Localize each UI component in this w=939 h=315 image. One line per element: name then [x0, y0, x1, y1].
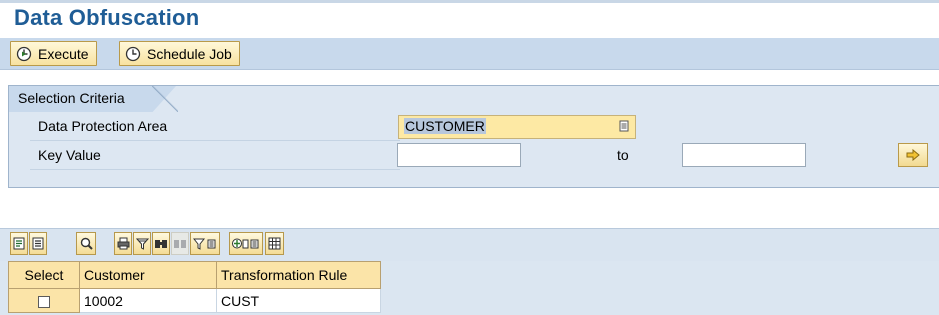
select-cell[interactable]: [8, 288, 80, 313]
print-button[interactable]: [114, 232, 132, 255]
application-toolbar: Execute Schedule Job: [0, 38, 939, 70]
value-help-icon[interactable]: [619, 120, 629, 132]
selection-tab-edge: [152, 86, 178, 112]
page-title: Data Obfuscation: [14, 5, 200, 30]
customer-cell[interactable]: 10002: [79, 288, 217, 313]
schedule-job-button[interactable]: Schedule Job: [119, 41, 240, 66]
arrow-right-icon: [906, 149, 920, 161]
column-header-transformation-rule[interactable]: Transformation Rule: [216, 261, 381, 289]
select-all-button[interactable]: [29, 232, 47, 255]
layout-button[interactable]: [265, 232, 284, 255]
dpa-input[interactable]: CUSTOMER: [398, 115, 636, 139]
find-button[interactable]: [152, 232, 170, 255]
results-grid: Select Customer Transformation Rule 1000…: [8, 261, 381, 313]
filter-icon: [135, 238, 149, 250]
find-next-button[interactable]: [171, 232, 189, 255]
row-divider: [30, 140, 400, 141]
to-label: to: [617, 147, 629, 163]
print-icon: [117, 237, 129, 250]
top-border: [0, 0, 939, 3]
key-value-from-input[interactable]: [397, 143, 521, 167]
find-icon: [155, 240, 167, 248]
schedule-job-label: Schedule Job: [147, 45, 232, 62]
key-value-label: Key Value: [38, 147, 101, 163]
table-row: 10002 CUST: [8, 288, 381, 313]
filter-menu-icon: [193, 238, 216, 250]
layout-icon: [268, 237, 281, 250]
details-button[interactable]: [10, 232, 28, 255]
clock-icon: [125, 46, 141, 61]
filter-menu-button[interactable]: [190, 232, 220, 255]
search-button[interactable]: [76, 232, 96, 255]
rule-cell[interactable]: CUST: [216, 288, 381, 313]
selection-criteria-tab: Selection Criteria: [18, 90, 125, 106]
multiple-selection-button[interactable]: [898, 143, 928, 167]
find-next-icon: [174, 240, 186, 248]
execute-label: Execute: [38, 45, 89, 62]
execute-icon: [16, 46, 32, 61]
export-menu-icon: [232, 238, 259, 249]
details-icon: [13, 237, 25, 250]
key-value-to-input[interactable]: [682, 143, 806, 167]
dpa-value: CUSTOMER: [404, 118, 486, 134]
row-select-checkbox[interactable]: [38, 295, 50, 308]
column-header-customer[interactable]: Customer: [79, 261, 217, 289]
select-all-icon: [32, 237, 44, 250]
row-divider: [30, 169, 400, 170]
search-icon: [80, 237, 93, 250]
export-menu-button[interactable]: [229, 232, 263, 255]
column-header-select[interactable]: Select: [8, 261, 80, 289]
filter-button[interactable]: [133, 232, 151, 255]
execute-button[interactable]: Execute: [10, 41, 97, 66]
dpa-label: Data Protection Area: [38, 118, 168, 134]
